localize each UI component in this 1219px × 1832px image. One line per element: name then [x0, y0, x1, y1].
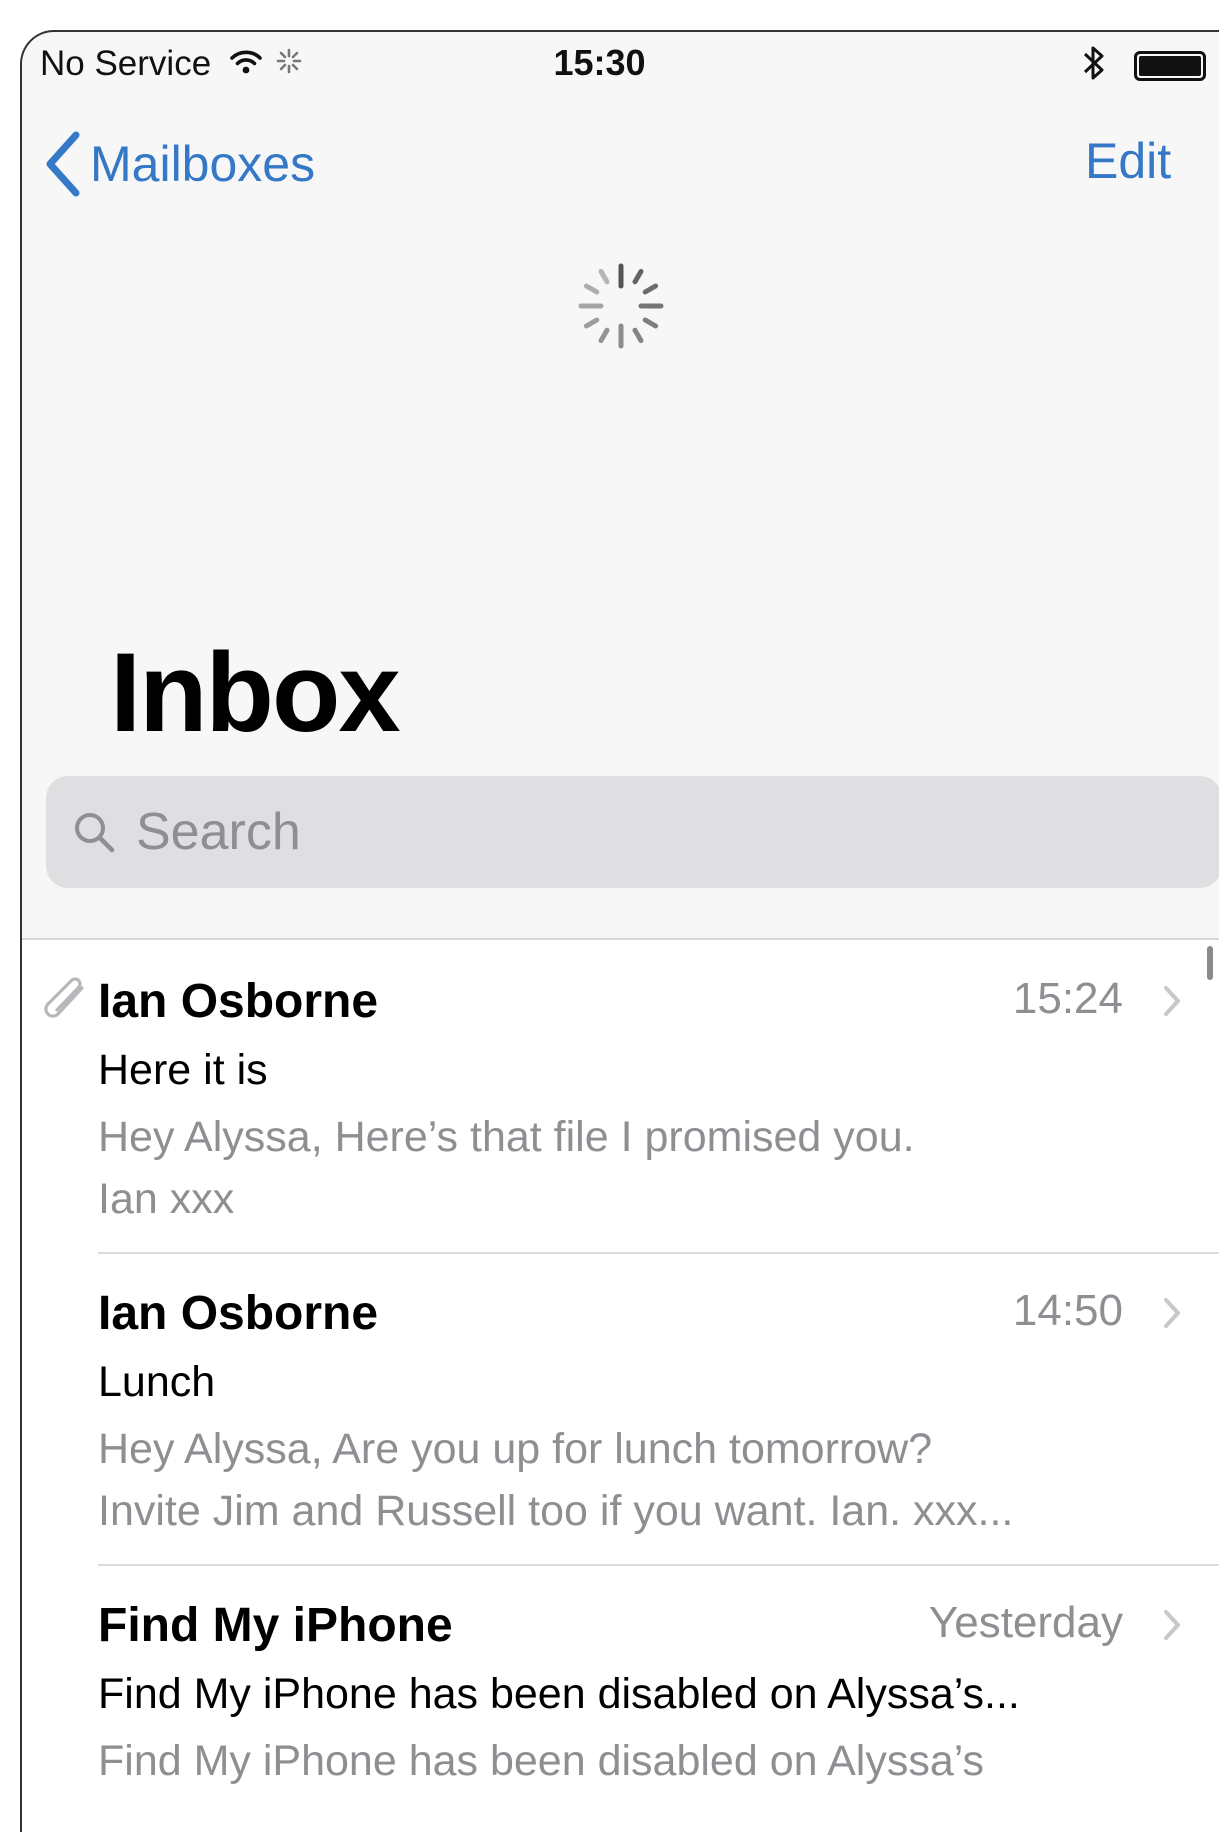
search-input[interactable]: Search: [46, 776, 1219, 888]
message-row[interactable]: Find My iPhone Yesterday Find My iPhone …: [22, 1564, 1219, 1832]
message-subject: Lunch: [98, 1358, 216, 1406]
message-preview: Hey Alyssa, Are you up for lunch tomorro…: [98, 1418, 1168, 1542]
message-sender: Ian Osborne: [98, 975, 379, 1028]
message-subject: Find My iPhone has been disabled on Alys…: [98, 1670, 1020, 1718]
message-preview-line: Hey Alyssa, Are you up for lunch tomorro…: [98, 1425, 933, 1473]
chevron-left-icon: [44, 131, 82, 197]
status-right: [1082, 44, 1206, 87]
message-preview: Hey Alyssa, Here’s that file I promised …: [98, 1106, 1168, 1230]
bluetooth-icon: [1082, 44, 1106, 87]
back-button-label: Mailboxes: [90, 136, 316, 192]
search-placeholder: Search: [136, 803, 301, 861]
status-bar: No Service 15:30: [22, 32, 1219, 98]
paperclip-icon: [42, 976, 88, 1033]
battery-icon: [1134, 50, 1206, 81]
message-preview-line: Ian xxx: [98, 1175, 235, 1223]
back-to-mailboxes-button[interactable]: Mailboxes: [44, 124, 315, 204]
chevron-right-icon: [1162, 984, 1182, 1023]
message-row[interactable]: Ian Osborne 14:50 Lunch Hey Alyssa, Are …: [22, 1252, 1219, 1564]
clock: 15:30: [553, 42, 646, 83]
phone-screen: No Service 15:30 Mailboxes Edit Inbox Se…: [20, 30, 1219, 1832]
message-sender: Ian Osborne: [98, 1287, 379, 1340]
message-row[interactable]: Ian Osborne 15:24 Here it is Hey Alyssa,…: [22, 940, 1219, 1252]
chevron-right-icon: [1162, 1296, 1182, 1335]
loading-spinner-icon: [577, 262, 665, 355]
message-list: Ian Osborne 15:24 Here it is Hey Alyssa,…: [22, 938, 1219, 1832]
message-time: 14:50: [1012, 1286, 1123, 1335]
page-title: Inbox: [110, 630, 401, 755]
message-time: 15:24: [1012, 974, 1123, 1023]
search-icon: [72, 810, 116, 854]
message-preview-line: Find My iPhone has been disabled on Alys…: [98, 1737, 985, 1785]
edit-button[interactable]: Edit: [1085, 132, 1171, 190]
chevron-right-icon: [1162, 1608, 1182, 1647]
message-sender: Find My iPhone: [98, 1599, 453, 1652]
message-time: Yesterday: [928, 1598, 1123, 1647]
message-preview-line: Hey Alyssa, Here’s that file I promised …: [98, 1113, 915, 1161]
message-preview-line: Invite Jim and Russell too if you want. …: [98, 1487, 1014, 1535]
message-subject: Here it is: [98, 1046, 268, 1094]
message-preview: Find My iPhone has been disabled on Alys…: [98, 1730, 1168, 1792]
battery-level: [1139, 55, 1201, 76]
